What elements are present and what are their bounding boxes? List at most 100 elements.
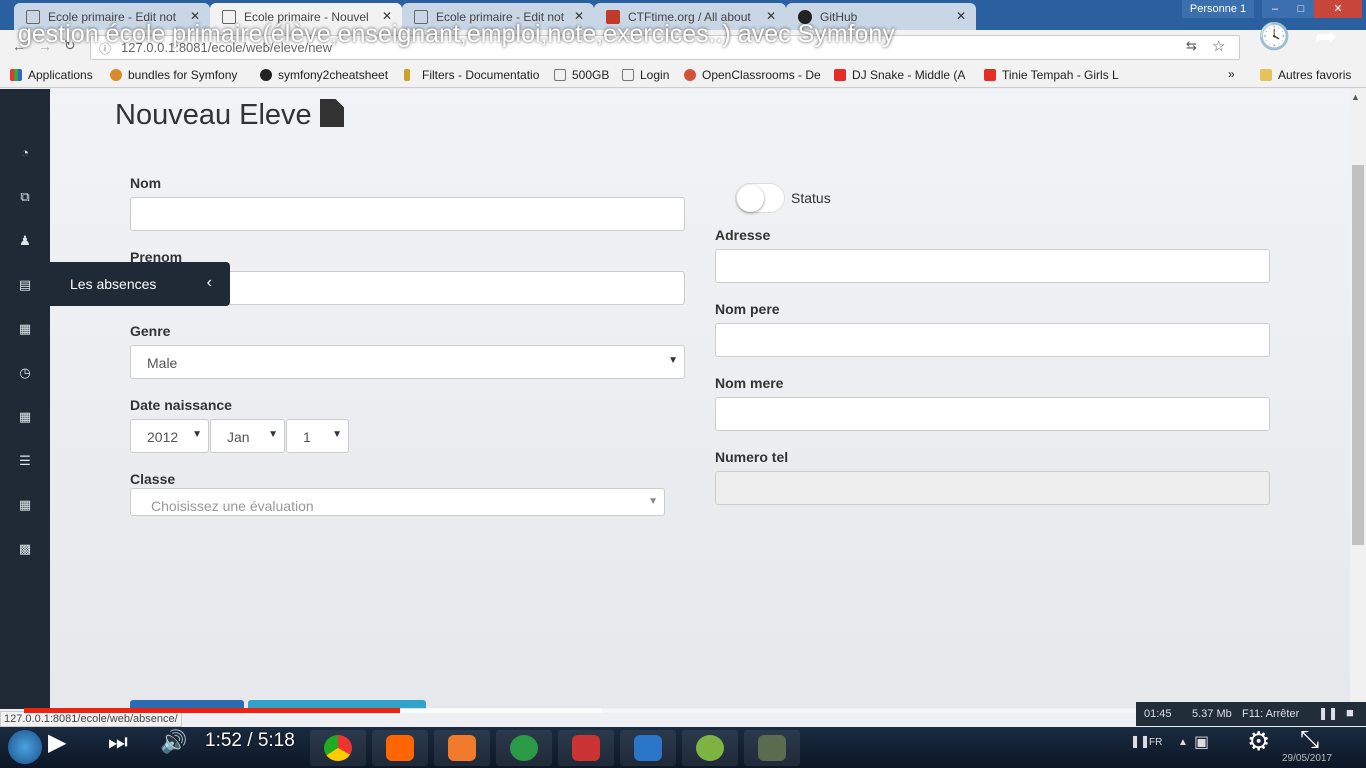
status-label: Status [791,190,831,206]
taskbar-hand[interactable] [744,730,800,766]
star-icon[interactable]: ☆ [1212,37,1225,55]
day-select[interactable]: 1 ▼ [286,419,349,453]
bookmark-filters[interactable]: Filters - Documentatio [404,68,539,82]
copy-icon[interactable]: ⧉ [17,190,33,204]
month-value: Jan [227,429,250,445]
taskbar-orange[interactable] [372,730,428,766]
day-value: 1 [303,429,311,445]
taskbar-date: 29/05/2017 [1282,753,1333,764]
bookmarks-bar: Applications bundles for Symfony symfony… [0,64,1366,88]
network-icon[interactable]: ▣ [1194,732,1209,752]
scroll-up-icon[interactable]: ▲ [1351,92,1360,102]
nom-pere-input[interactable] [715,323,1270,357]
maximize-icon[interactable]: □ [1288,0,1314,18]
settings-gear-icon[interactable]: ⚙ [1247,726,1270,757]
pause-tray-icon[interactable]: ❚❚ [1130,734,1150,748]
schedule-icon[interactable]: ▦ [17,410,33,424]
exit-fullscreen-icon[interactable]: ⤡ [1300,726,1319,754]
close-window-icon[interactable]: ✕ [1314,0,1362,18]
list-icon[interactable]: ☰ [17,454,33,468]
scrollbar-thumb[interactable] [1352,165,1364,545]
next-icon[interactable]: ⏭ [108,729,128,755]
calendar-icon[interactable]: ▦ [17,322,33,336]
date-naissance-label: Date naissance [130,397,232,413]
language-indicator[interactable]: FR [1149,737,1162,748]
bookmark-500gb[interactable]: 500GB [554,68,609,82]
month-select[interactable]: Jan ▼ [210,419,285,453]
tray-expand-icon[interactable]: ▲ [1178,737,1188,748]
translate-icon[interactable]: ⇆ [1186,38,1197,54]
stop-icon[interactable]: ■ [1346,705,1354,720]
agenda-icon[interactable]: ▦ [17,498,33,512]
bookmark-tinie-tempah[interactable]: Tinie Tempah - Girls L [984,68,1119,82]
adresse-label: Adresse [715,227,771,243]
windows-start-icon[interactable] [8,730,42,764]
genre-label: Genre [130,323,171,339]
bookmark-openclassrooms[interactable]: OpenClassrooms - De [684,68,821,82]
orange-icon [386,735,414,761]
symfony-icon [260,69,272,81]
nom-input[interactable] [130,197,685,231]
xampp-icon [448,735,476,761]
taskbar-xampp[interactable] [434,730,490,766]
screen: Ecole primaire - Edit not ✕ Ecole primai… [0,0,1366,768]
absences-icon[interactable]: ▤ [17,278,33,292]
hand-icon [758,735,786,761]
youtube-icon [834,69,846,81]
status-toggle[interactable] [735,183,785,213]
taskbar-android[interactable] [682,730,738,766]
toggle-knob [737,185,764,212]
year-select[interactable]: 2012 ▼ [130,419,209,453]
bookmark-bundles[interactable]: bundles for Symfony [110,68,237,82]
close-icon[interactable]: ✕ [956,9,966,23]
bookmark-autres-favoris[interactable]: Autres favoris [1260,68,1351,82]
taskbar-recorder[interactable] [558,730,614,766]
numero-tel-input[interactable] [715,471,1270,505]
genre-select[interactable]: Male ▼ [130,345,685,379]
profile-button[interactable]: Personne 1 [1182,0,1254,18]
pause-icon[interactable]: ❚❚ [1318,706,1338,720]
apps-grid-icon [10,69,22,81]
recorder-hotkey: F11: Arrêter [1242,708,1300,720]
bookmark-login[interactable]: Login [622,68,669,82]
adresse-input[interactable] [715,249,1270,283]
year-value: 2012 [147,429,179,445]
taskbar-globe[interactable] [496,730,552,766]
volume-icon[interactable]: 🔊 [160,729,187,755]
dashboard-icon[interactable]: ◔ [17,146,33,160]
bookmark-dj-snake[interactable]: DJ Snake - Middle (A [834,68,965,82]
taskbar-chrome[interactable] [310,730,366,766]
grid-icon[interactable]: ▩ [17,542,33,556]
main-content: Nouveau Eleve Nom Prenom Genre Male ▼ Da… [50,89,1350,709]
share-icon[interactable]: ➦ [1310,20,1342,52]
sidebar-flyout-absences[interactable]: Les absences ‹ [50,262,230,306]
video-timecode: 1:52 / 5:18 [205,730,295,751]
dropdown-arrow-icon: ▼ [332,429,342,440]
virtualbox-icon [634,735,662,761]
page-icon [622,69,634,81]
nom-mere-input[interactable] [715,397,1270,431]
page-icon [554,69,566,81]
more-bookmarks-icon[interactable]: » [1228,67,1235,81]
bookmark-symfony2cheatsheet[interactable]: symfony2cheatsheet [260,68,388,82]
recorder-overlay: 01:45 5.37 Mb F11: Arrêter ❚❚ ■ [1136,702,1366,726]
classe-select[interactable]: Choisissez une évaluation ▼ [130,488,665,516]
minimize-icon[interactable]: – [1262,0,1288,18]
student-icon[interactable]: ♟ [17,234,33,248]
watch-later-icon[interactable]: 🕓 [1258,20,1290,52]
recorder-time: 01:45 [1144,708,1172,720]
app-sidebar: ◔ ⧉ ♟ ▤ ▦ ◷ ▦ ☰ ▦ ▩ [0,89,50,709]
play-icon[interactable]: ▶ [48,728,66,757]
taskbar-virtualbox[interactable] [620,730,676,766]
recorder-size: 5.37 Mb [1192,708,1232,720]
openclassrooms-icon [684,69,696,81]
classe-label: Classe [130,471,176,487]
bookmark-applications[interactable]: Applications [10,68,93,82]
chrome-icon [324,735,352,761]
youtube-icon [984,69,996,81]
clock-icon[interactable]: ◷ [17,366,33,380]
dropdown-arrow-icon: ▼ [268,429,278,440]
globe-icon [510,735,538,761]
genre-value: Male [147,355,178,371]
folder-icon [1260,69,1272,81]
